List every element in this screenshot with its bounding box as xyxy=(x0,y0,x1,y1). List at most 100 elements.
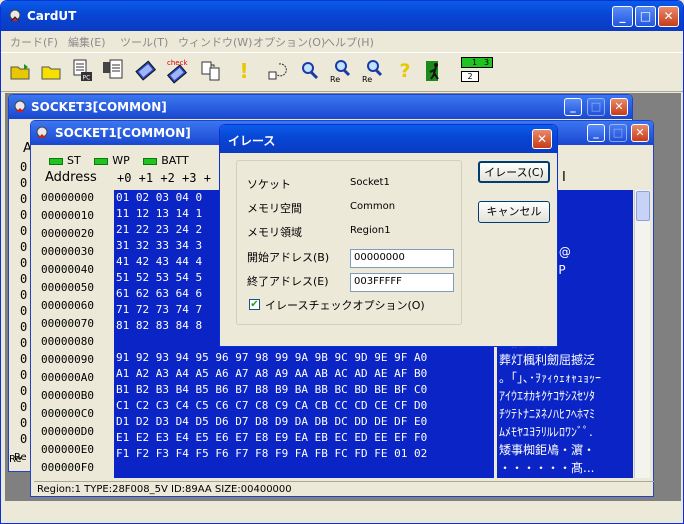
scrollbar-thumb[interactable] xyxy=(636,191,650,221)
address-cell: 000000F0 xyxy=(41,461,94,474)
hex-row[interactable]: 01 02 03 04 0 xyxy=(116,190,202,206)
address-cell: 000000E0 xyxy=(41,443,94,456)
socket-label: ソケット xyxy=(247,178,291,191)
ascii-row[interactable]: ｱｲｳｴｵｶｷｸｹｺｻｼｽｾｿﾀ xyxy=(499,388,595,404)
menu-edit[interactable]: 編集(E) xyxy=(68,34,106,50)
window-icon xyxy=(14,100,26,112)
maximize-button[interactable]: □ xyxy=(635,6,656,27)
hex-selection-bottom: 91 92 93 94 95 96 97 98 99 9A 9B 9C 9D 9… xyxy=(114,334,494,478)
socket3-partial-column: 000000000000000000 xyxy=(20,160,28,446)
ascii-row[interactable]: 。｢｣､･ｦｧｨｩｪｫｬｭｮｯｰ xyxy=(499,370,601,386)
copy-icon[interactable] xyxy=(198,57,224,85)
hex-row[interactable]: A1 A2 A3 A4 A5 A6 A7 A8 A9 AA AB AC AD A… xyxy=(116,366,427,382)
hex-row[interactable]: 31 32 33 34 3 xyxy=(116,238,202,254)
memory-region-value: Region1 xyxy=(350,225,391,236)
card-check-icon[interactable]: check xyxy=(164,57,190,85)
hex-row[interactable]: 41 42 43 44 4 xyxy=(116,254,202,270)
hex-row[interactable]: 71 72 73 74 7 xyxy=(116,302,202,318)
socket3-close-button[interactable]: ✕ xyxy=(610,98,628,116)
menu-tool[interactable]: ツール(T) xyxy=(120,34,168,50)
start-address-label: 開始アドレス(B) xyxy=(247,251,330,264)
address-cell: 00000000 xyxy=(41,191,94,204)
ascii-header: I xyxy=(562,170,566,185)
socket3-minimize-button[interactable]: _ xyxy=(564,98,582,116)
hex-row[interactable]: 11 12 13 14 1 xyxy=(116,206,202,222)
svg-text:Re: Re xyxy=(362,75,372,84)
window-icon xyxy=(36,126,48,138)
erase-check-checkbox[interactable]: ✔ xyxy=(249,299,260,310)
hex-row[interactable]: C1 C2 C3 C4 C5 C6 C7 C8 C9 CA CB CC CD C… xyxy=(116,398,427,414)
search-icon[interactable] xyxy=(297,57,323,85)
address-cell: 00000060 xyxy=(41,299,94,312)
app-icon xyxy=(9,9,21,22)
card-icon[interactable] xyxy=(133,57,159,85)
socket1-maximize-button[interactable]: □ xyxy=(609,124,627,142)
status-leds: ST WP BATT xyxy=(49,154,189,167)
ascii-row[interactable]: ・・・・・・髙... xyxy=(499,460,594,476)
socket1-close-button[interactable]: ✕ xyxy=(631,124,649,142)
hex-row[interactable]: F1 F2 F3 F4 F5 F6 F7 F8 F9 FA FB FC FD F… xyxy=(116,446,427,462)
dialog-title: イレース xyxy=(228,134,276,148)
socket3-titlebar[interactable]: SOCKET3[COMMON] _ □ ✕ xyxy=(9,95,632,119)
end-address-field[interactable]: 003FFFFF xyxy=(350,273,454,292)
erase-check-label[interactable]: イレースチェックオプション(O) xyxy=(265,297,425,313)
cancel-button[interactable]: キャンセル xyxy=(478,201,550,223)
open-folder-icon[interactable] xyxy=(8,57,34,85)
ascii-row[interactable]: ﾑﾒﾓﾔﾕﾖﾗﾘﾙﾚﾛﾜﾝﾞﾟ. xyxy=(499,424,593,440)
erase-button[interactable]: イレース(C) xyxy=(478,161,550,183)
exit-icon[interactable] xyxy=(421,57,447,85)
hex-row[interactable]: 21 22 23 24 2 xyxy=(116,222,202,238)
hex-row[interactable]: 81 82 83 84 8 xyxy=(116,318,202,334)
warning-icon[interactable]: ! xyxy=(231,57,257,85)
document-card-icon[interactable] xyxy=(100,57,126,85)
search-re-icon[interactable]: Re xyxy=(328,57,354,85)
address-cell: 00000090 xyxy=(41,353,94,366)
minimize-button[interactable]: _ xyxy=(612,6,633,27)
check-text: check xyxy=(167,59,188,67)
erase-dialog[interactable]: イレース ✕ ソケット Socket1 メモリ空間 Common メモリ領域 R… xyxy=(219,124,558,347)
address-cell: 000000A0 xyxy=(41,371,94,384)
hex-row[interactable]: B1 B2 B3 B4 B5 B6 B7 B8 B9 BA BB BC BD B… xyxy=(116,382,427,398)
hex-row[interactable]: D1 D2 D3 D4 D5 D6 D7 D8 D9 DA DB DC DD D… xyxy=(116,414,427,430)
address-cell: 00000030 xyxy=(41,245,94,258)
address-cell: 000000D0 xyxy=(41,425,94,438)
status-bar: Region:1 TYPE:28F008_5V ID:89AA SIZE:004… xyxy=(34,481,654,496)
address-cell: 00000070 xyxy=(41,317,94,330)
socket1-title: SOCKET1[COMMON] xyxy=(55,126,191,140)
hex-row[interactable]: 91 92 93 94 95 96 97 98 99 9A 9B 9C 9D 9… xyxy=(116,350,427,366)
menu-card[interactable]: カード(F) xyxy=(10,34,58,50)
hex-row[interactable]: 51 52 53 54 5 xyxy=(116,270,202,286)
address-cell: 00000020 xyxy=(41,227,94,240)
slot-indicator-2: 2 xyxy=(461,71,479,82)
address-cell: 00000050 xyxy=(41,281,94,294)
dialog-close-button[interactable]: ✕ xyxy=(532,129,552,149)
card-swap-icon[interactable] xyxy=(263,57,289,85)
vertical-scrollbar[interactable] xyxy=(634,190,650,478)
help-icon[interactable]: ? xyxy=(392,57,418,85)
column-header: +0 +1 +2 +3 + xyxy=(117,171,211,185)
wp-led xyxy=(94,157,109,165)
socket1-minimize-button[interactable]: _ xyxy=(587,124,605,142)
menu-window[interactable]: ウィンドウ(W) xyxy=(178,34,252,50)
search-re-next-icon[interactable]: Re xyxy=(360,57,386,85)
menu-help[interactable]: ヘルプ(H) xyxy=(324,34,374,50)
socket3-maximize-button[interactable]: □ xyxy=(587,98,605,116)
folder-icon[interactable] xyxy=(39,57,65,85)
start-address-field[interactable]: 00000000 xyxy=(350,249,454,268)
hex-selection-top: 01 02 03 04 0 11 12 13 14 1 21 22 23 24 23… xyxy=(114,190,224,334)
memory-space-label: メモリ空間 xyxy=(247,202,302,215)
close-button[interactable]: ✕ xyxy=(658,6,679,27)
socket3-status-label: Re xyxy=(9,454,22,465)
main-titlebar[interactable]: CardUT _ □ ✕ xyxy=(1,1,683,31)
ascii-row[interactable]: ﾁﾂﾃﾄﾅﾆﾇﾈﾉﾊﾋﾌﾍﾎﾏﾐ xyxy=(499,406,595,422)
hex-row[interactable]: 61 62 63 64 6 xyxy=(116,286,202,302)
ascii-row[interactable]: 矮事椥鉅鳰・濵・ xyxy=(499,442,595,458)
st-led xyxy=(49,157,63,165)
socket-value: Socket1 xyxy=(350,177,390,188)
ascii-row[interactable]: 葬灯楓利劒屈撼泛 xyxy=(499,352,595,368)
menu-option[interactable]: オプション(O) xyxy=(253,34,325,50)
menu-bar: カード(F) 編集(E) ツール(T) ウィンドウ(W) オプション(O) ヘル… xyxy=(1,31,683,51)
dialog-titlebar[interactable]: イレース ✕ xyxy=(220,125,557,153)
hex-row[interactable]: E1 E2 E3 E4 E5 E6 E7 E8 E9 EA EB EC ED E… xyxy=(116,430,427,446)
document-pc-icon[interactable]: PC xyxy=(69,57,95,85)
